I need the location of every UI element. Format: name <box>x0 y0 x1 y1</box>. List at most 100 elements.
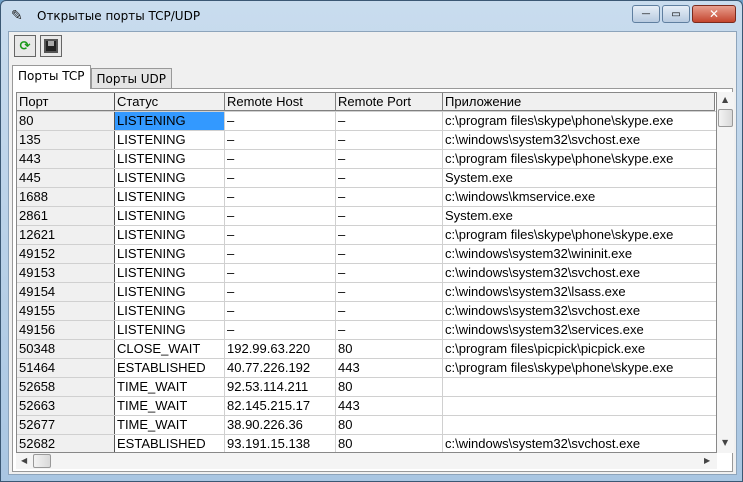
col-remote-port[interactable]: Remote Port <box>336 93 443 111</box>
save-button[interactable] <box>40 35 62 57</box>
vertical-scrollbar[interactable]: ▲ ▼ <box>717 92 734 453</box>
tab-udp[interactable]: Порты UDP <box>90 68 173 89</box>
cell-remote-host[interactable]: – <box>225 226 336 244</box>
cell-remote-port[interactable]: 80 <box>336 340 443 358</box>
cell-port[interactable]: 49153 <box>17 264 115 282</box>
vertical-scroll-thumb[interactable] <box>718 109 733 127</box>
cell-port[interactable]: 52658 <box>17 378 115 396</box>
cell-remote-host[interactable]: 40.77.226.192 <box>225 359 336 377</box>
cell-port[interactable]: 1688 <box>17 188 115 206</box>
cell-port[interactable]: 49152 <box>17 245 115 263</box>
cell-application[interactable]: c:\program files\skype\phone\skype.exe <box>443 112 715 130</box>
cell-status[interactable]: LISTENING <box>115 321 225 339</box>
table-row[interactable]: 49156 LISTENING – – c:\windows\system32\serv… <box>17 321 716 340</box>
cell-port[interactable]: 49154 <box>17 283 115 301</box>
table-row[interactable]: 2861 LISTENING – – System.exe <box>17 207 716 226</box>
cell-remote-port[interactable]: – <box>336 207 443 225</box>
cell-remote-host[interactable]: – <box>225 112 336 130</box>
table-row[interactable]: 51464 ESTABLISHED 40.77.226.192 443 c:\progr… <box>17 359 716 378</box>
horizontal-scroll-thumb[interactable] <box>33 454 51 468</box>
cell-application[interactable]: c:\windows\system32\services.exe <box>443 321 715 339</box>
cell-port[interactable]: 443 <box>17 150 115 168</box>
cell-port[interactable]: 12621 <box>17 226 115 244</box>
cell-status[interactable]: LISTENING <box>115 150 225 168</box>
table-row[interactable]: 1688 LISTENING – – c:\windows\kmservice.exe <box>17 188 716 207</box>
cell-port[interactable]: 50348 <box>17 340 115 358</box>
cell-status[interactable]: LISTENING <box>115 169 225 187</box>
cell-status[interactable]: LISTENING <box>115 207 225 225</box>
cell-port[interactable]: 51464 <box>17 359 115 377</box>
cell-remote-port[interactable]: – <box>336 264 443 282</box>
cell-remote-host[interactable]: 93.191.15.138 <box>225 435 336 452</box>
cell-remote-port[interactable]: – <box>336 245 443 263</box>
cell-application[interactable]: c:\program files\picpick\picpick.exe <box>443 340 715 358</box>
cell-remote-port[interactable]: – <box>336 283 443 301</box>
cell-status[interactable]: ESTABLISHED <box>115 435 225 452</box>
refresh-button[interactable]: ⟳ <box>14 35 36 57</box>
cell-status[interactable]: ESTABLISHED <box>115 359 225 377</box>
cell-remote-host[interactable]: – <box>225 188 336 206</box>
cell-remote-host[interactable]: – <box>225 264 336 282</box>
cell-status[interactable]: LISTENING <box>115 245 225 263</box>
cell-application[interactable]: c:\windows\system32\svchost.exe <box>443 131 715 149</box>
cell-port[interactable]: 445 <box>17 169 115 187</box>
cell-remote-port[interactable]: – <box>336 112 443 130</box>
cell-remote-port[interactable]: 443 <box>336 397 443 415</box>
cell-status[interactable]: TIME_WAIT <box>115 397 225 415</box>
cell-remote-port[interactable]: 80 <box>336 416 443 434</box>
cell-remote-port[interactable]: – <box>336 226 443 244</box>
cell-application[interactable]: c:\windows\system32\svchost.exe <box>443 264 715 282</box>
tab-tcp[interactable]: Порты TCP <box>12 65 91 89</box>
table-row[interactable]: 443 LISTENING – – c:\program files\skype\pho… <box>17 150 716 169</box>
table-row[interactable]: 50348 CLOSE_WAIT 192.99.63.220 80 c:\program… <box>17 340 716 359</box>
cell-application[interactable]: c:\program files\skype\phone\skype.exe <box>443 226 715 244</box>
table-row[interactable]: 52677 TIME_WAIT 38.90.226.36 80 <box>17 416 716 435</box>
cell-port[interactable]: 52677 <box>17 416 115 434</box>
cell-port[interactable]: 52663 <box>17 397 115 415</box>
table-row[interactable]: 80 LISTENING – – c:\program files\skype\phon… <box>17 112 716 131</box>
cell-remote-port[interactable]: – <box>336 302 443 320</box>
cell-remote-port[interactable]: – <box>336 150 443 168</box>
cell-application[interactable]: c:\windows\system32\svchost.exe <box>443 302 715 320</box>
close-button[interactable]: ✕ <box>692 5 736 23</box>
cell-remote-port[interactable]: 80 <box>336 378 443 396</box>
col-port[interactable]: Порт <box>17 93 115 111</box>
cell-application[interactable]: c:\windows\system32\wininit.exe <box>443 245 715 263</box>
cell-status[interactable]: LISTENING <box>115 226 225 244</box>
cell-application[interactable]: System.exe <box>443 169 715 187</box>
table-row[interactable]: 49153 LISTENING – – c:\windows\system32\svch… <box>17 264 716 283</box>
maximize-button[interactable]: ▭ <box>662 5 690 23</box>
cell-remote-host[interactable]: – <box>225 169 336 187</box>
scroll-right-icon[interactable]: ▶ <box>704 456 710 465</box>
cell-port[interactable]: 80 <box>17 112 115 130</box>
cell-application[interactable]: System.exe <box>443 207 715 225</box>
cell-remote-port[interactable]: 443 <box>336 359 443 377</box>
table-row[interactable]: 49152 LISTENING – – c:\windows\system32\wini… <box>17 245 716 264</box>
scroll-down-icon[interactable]: ▼ <box>722 438 728 447</box>
table-row[interactable]: 12621 LISTENING – – c:\program files\skype\p… <box>17 226 716 245</box>
cell-application[interactable]: c:\windows\system32\svchost.exe <box>443 435 715 452</box>
cell-application[interactable]: c:\windows\kmservice.exe <box>443 188 715 206</box>
cell-remote-host[interactable]: 82.145.215.17 <box>225 397 336 415</box>
table-row[interactable]: 52658 TIME_WAIT 92.53.114.211 80 <box>17 378 716 397</box>
cell-remote-host[interactable]: – <box>225 321 336 339</box>
cell-status[interactable]: TIME_WAIT <box>115 416 225 434</box>
cell-status[interactable]: TIME_WAIT <box>115 378 225 396</box>
cell-remote-port[interactable]: – <box>336 169 443 187</box>
cell-application[interactable]: c:\program files\skype\phone\skype.exe <box>443 150 715 168</box>
cell-remote-host[interactable]: – <box>225 302 336 320</box>
cell-remote-port[interactable]: – <box>336 321 443 339</box>
cell-status[interactable]: LISTENING <box>115 302 225 320</box>
col-status[interactable]: Статус <box>115 93 225 111</box>
cell-port[interactable]: 2861 <box>17 207 115 225</box>
table-row[interactable]: 52663 TIME_WAIT 82.145.215.17 443 <box>17 397 716 416</box>
cell-status[interactable]: CLOSE_WAIT <box>115 340 225 358</box>
cell-application[interactable]: c:\program files\skype\phone\skype.exe <box>443 359 715 377</box>
cell-port[interactable]: 49156 <box>17 321 115 339</box>
col-remote-host[interactable]: Remote Host <box>225 93 336 111</box>
cell-port[interactable]: 135 <box>17 131 115 149</box>
cell-status[interactable]: LISTENING <box>115 264 225 282</box>
cell-remote-host[interactable]: 192.99.63.220 <box>225 340 336 358</box>
cell-remote-host[interactable]: 38.90.226.36 <box>225 416 336 434</box>
cell-remote-port[interactable]: – <box>336 131 443 149</box>
